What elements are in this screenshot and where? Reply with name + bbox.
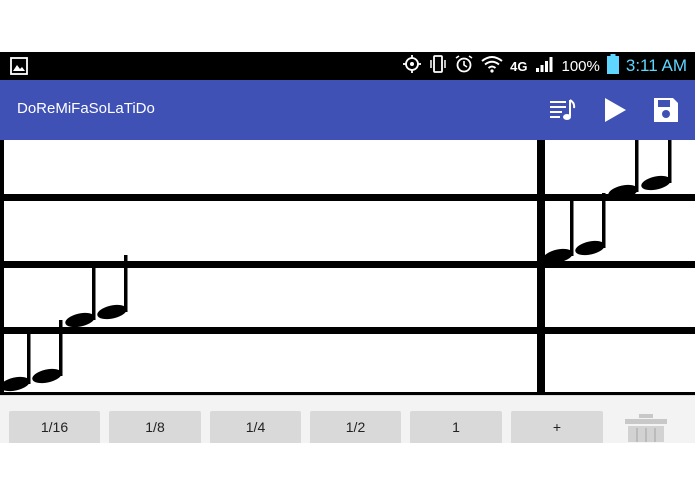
signal-icon [535,55,555,78]
network-type: 4G [510,58,528,74]
duration-quarter-button[interactable]: 1/4 [210,411,301,443]
gallery-icon [10,57,28,80]
staff-line [0,261,695,268]
staff-canvas [0,140,695,395]
save-button[interactable] [649,90,683,130]
vibrate-icon [429,54,447,79]
staff-line [0,327,695,334]
wifi-icon [481,55,503,78]
note [575,193,606,256]
duration-half-button[interactable]: 1/2 [310,411,401,443]
battery-percent: 100% [561,57,600,75]
staff-line [0,194,695,201]
play-icon [605,98,626,122]
location-icon [402,54,422,79]
music-notes-icon [550,99,576,120]
note [0,332,31,392]
clock: 3:11 AM [625,56,687,75]
duration-whole-button[interactable]: 1 [410,411,502,443]
app-title: DoReMiFaSoLaTiDo [17,100,155,117]
music-staff[interactable] [0,140,695,395]
alarm-icon [454,54,474,79]
trash-button[interactable] [623,414,669,447]
status-bar: 4G 100% 3:11 AM [0,52,695,80]
app-bar: DoReMiFaSoLaTiDo [0,80,695,140]
note [543,201,574,264]
play-button[interactable] [597,90,631,130]
note [641,140,672,191]
note [65,266,96,328]
duration-eighth-button[interactable]: 1/8 [109,411,201,443]
add-button[interactable]: + [511,411,603,443]
save-icon [654,98,678,122]
battery-icon [606,53,619,79]
note-duration-bar: 1/16 1/8 1/4 1/2 1 + [0,395,695,443]
duration-sixteenth-button[interactable]: 1/16 [9,411,100,443]
trash-icon [625,414,667,442]
note [608,140,639,200]
music-notes-button[interactable] [545,90,579,130]
